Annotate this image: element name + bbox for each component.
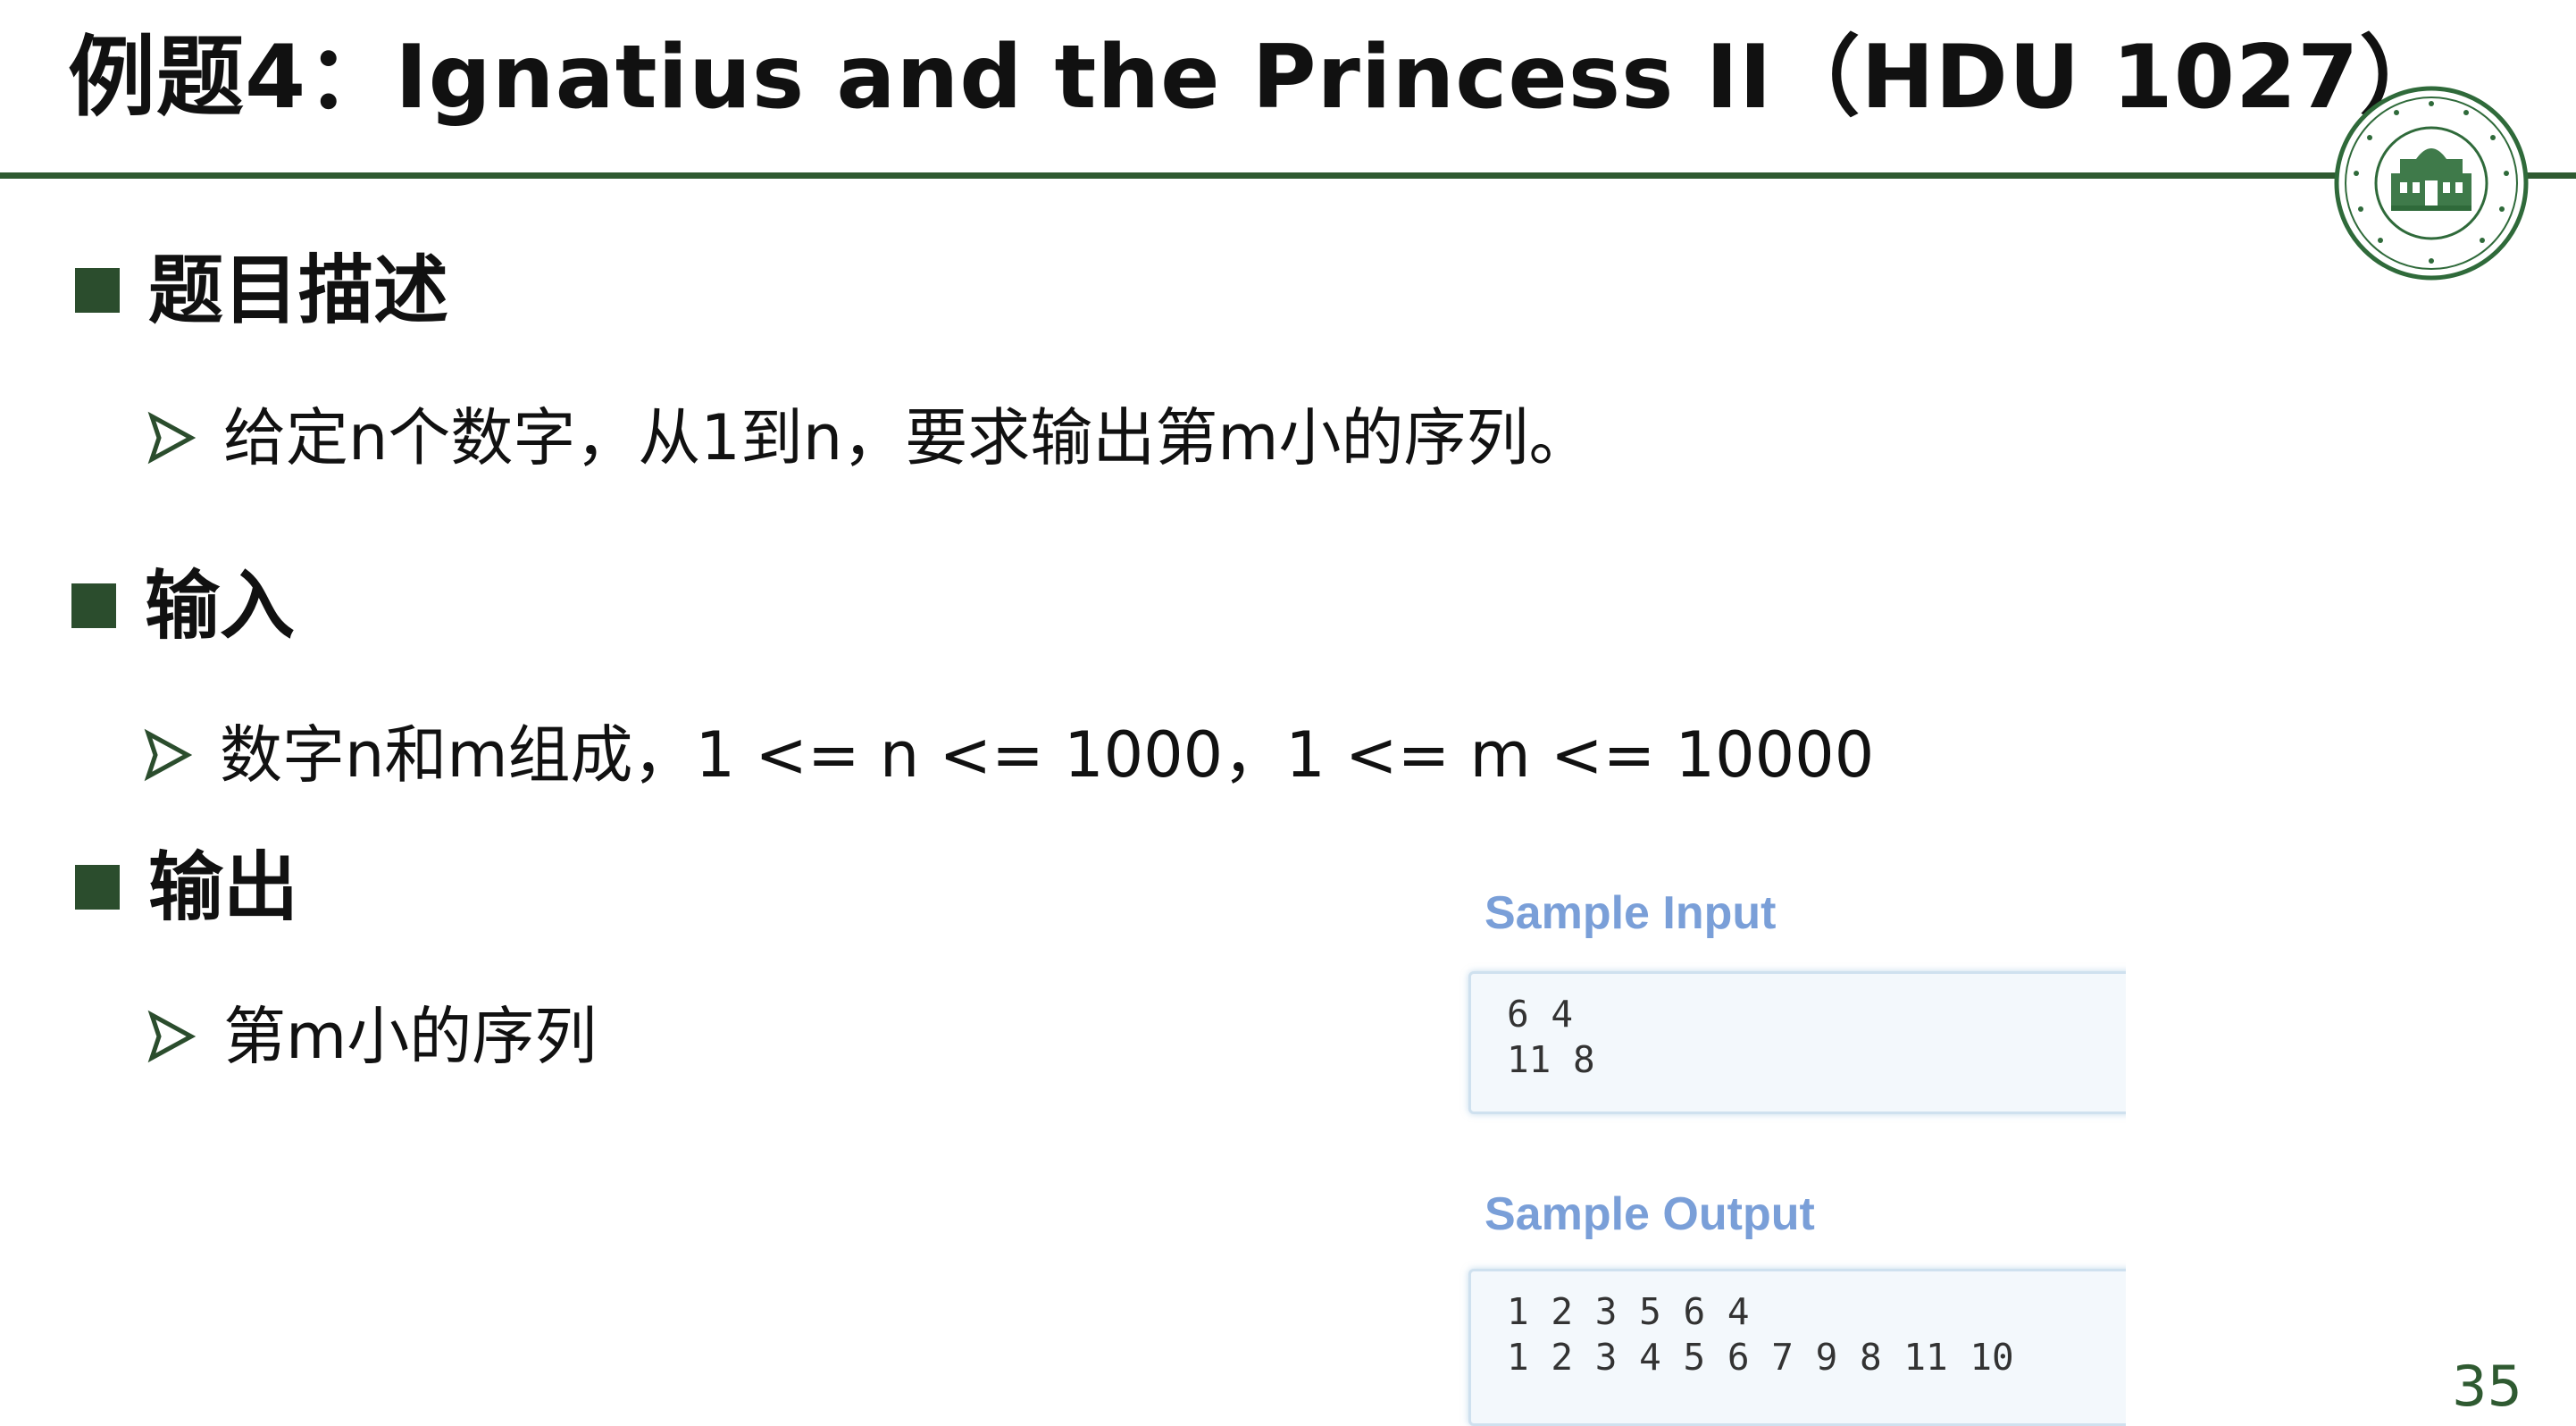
sample-input-box: 6 4 11 8 bbox=[1468, 971, 2126, 1114]
sample-output-line: 1 2 3 5 6 4 bbox=[1507, 1290, 1750, 1333]
bullet-item: 第m小的序列 bbox=[146, 996, 597, 1077]
bullet-text: 第m小的序列 bbox=[223, 1000, 598, 1073]
bullet-text: 数字n和m组成，1 <= n <= 1000，1 <= m <= 10000 bbox=[220, 718, 1875, 792]
title-divider bbox=[0, 172, 2576, 179]
slide-title: 例题4：Ignatius and the Princess II（HDU 102… bbox=[68, 27, 2448, 129]
section-bullet-square bbox=[75, 865, 120, 910]
sample-output-line: 1 2 3 4 5 6 7 9 8 11 10 bbox=[1507, 1336, 2014, 1379]
sample-input-line: 6 4 bbox=[1507, 993, 1574, 1036]
section-heading: 输入 bbox=[145, 562, 296, 650]
bullet-item: 数字n和m组成，1 <= n <= 1000，1 <= m <= 10000 bbox=[143, 715, 1874, 795]
sample-input-line: 11 8 bbox=[1507, 1038, 1595, 1081]
sample-output-label: Sample Output bbox=[1485, 1188, 1815, 1240]
section-heading: 输出 bbox=[148, 843, 299, 931]
arrow-bullet-icon bbox=[144, 728, 193, 782]
section-input: 输入 bbox=[71, 557, 295, 655]
sample-io-screenshot: Sample Input 6 4 11 8 Sample Output 1 2 3… bbox=[1438, 862, 2126, 1426]
sample-output-box: 1 2 3 5 6 41 2 3 4 5 6 7 9 8 11 10 bbox=[1468, 1269, 2126, 1426]
bullet-item: 给定n个数字，从1到n，要求输出第m小的序列。 bbox=[146, 398, 1591, 478]
arrow-bullet-icon bbox=[147, 1010, 197, 1063]
arrow-bullet-icon bbox=[147, 411, 197, 465]
section-heading: 题目描述 bbox=[148, 247, 449, 334]
section-output: 输出 bbox=[75, 838, 298, 936]
section-bullet-square bbox=[71, 583, 116, 628]
school-seal-icon bbox=[2334, 86, 2529, 281]
page-number: 35 bbox=[2452, 1354, 2522, 1419]
sample-input-label: Sample Input bbox=[1485, 887, 1777, 939]
section-bullet-square bbox=[75, 268, 120, 313]
bullet-text: 给定n个数字，从1到n，要求输出第m小的序列。 bbox=[223, 401, 1592, 474]
section-description: 题目描述 bbox=[75, 241, 448, 340]
